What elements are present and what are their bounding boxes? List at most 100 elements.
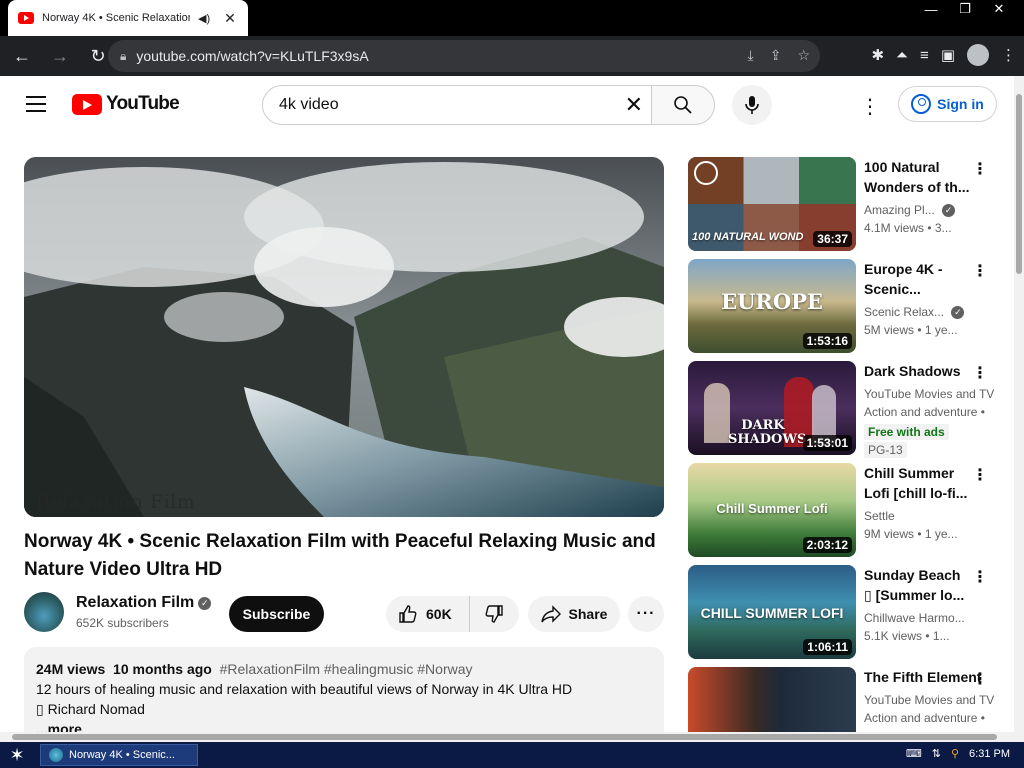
thumbs-down-icon	[485, 605, 503, 623]
keyboard-icon[interactable]: ⌨	[906, 747, 922, 760]
recommendation-thumbnail[interactable]	[688, 667, 856, 732]
recommendation-item[interactable]: DARK SHADOWS 1:53:01 Dark Shadows YouTub…	[688, 361, 998, 458]
video-duration: 1:53:01	[802, 435, 852, 451]
bookmark-star-icon[interactable]: ☆	[797, 47, 810, 64]
video-watermark: Relaxation Film	[36, 491, 196, 513]
channel-name[interactable]: Relaxation Film ✓	[76, 594, 212, 612]
recommendation-menu-icon[interactable]: ⋮	[972, 465, 988, 485]
recommendation-channel[interactable]: Settle	[864, 507, 972, 525]
horizontal-scrollbar[interactable]	[0, 732, 1024, 742]
clear-search-icon[interactable]: ✕	[625, 92, 643, 118]
sign-in-label: Sign in	[937, 96, 984, 112]
address-url[interactable]: youtube.com/watch?v=KLuTLF3x9sA	[136, 48, 368, 64]
vertical-scroll-thumb[interactable]	[1016, 94, 1022, 274]
description-meta: 24M views 10 months ago #RelaxationFilm …	[36, 659, 652, 679]
sign-in-button[interactable]: Sign in	[898, 86, 997, 122]
system-tray: ⌨ ⇅ ⚲ 6:31 PM	[906, 747, 1010, 761]
recommendation-item[interactable]: EUROPE 1:53:16 Europe 4K - Scenic... Sce…	[688, 259, 998, 353]
recommendation-title[interactable]: 100 Natural Wonders of th...	[864, 157, 972, 197]
share-page-icon[interactable]: ⇪	[770, 47, 782, 64]
like-dislike-group: 60K	[386, 596, 519, 632]
voice-search-button[interactable]	[732, 85, 772, 125]
window-close-icon[interactable]: ✕	[982, 0, 1016, 18]
recommendation-info: Chill Summer Lofi [chill lo-fi... Settle…	[864, 463, 972, 543]
profile-avatar-icon[interactable]	[967, 44, 989, 66]
recommendation-meta: 5M views • 1 ye...	[864, 323, 958, 337]
horizontal-scroll-thumb[interactable]	[12, 734, 997, 740]
settings-more-icon[interactable]: ⋮	[860, 94, 880, 119]
recommendation-item[interactable]: Chill Summer Lofi 2:03:12 Chill Summer L…	[688, 463, 998, 557]
share-button[interactable]: Share	[528, 596, 620, 632]
clock[interactable]: 6:31 PM	[969, 748, 1010, 760]
recommendation-item[interactable]: 100 NATURAL WOND 36:37 100 Natural Wonde…	[688, 157, 998, 251]
recommendation-channel[interactable]: Chillwave Harmo...	[864, 609, 972, 627]
recommendation-thumbnail[interactable]: CHILL SUMMER LOFI 1:06:11	[688, 565, 856, 659]
recommendation-item[interactable]: CHILL SUMMER LOFI 1:06:11 Sunday Beach ▯…	[688, 565, 998, 659]
browser-tab[interactable]: Norway 4K • Scenic Relaxation ◀) ✕	[8, 0, 248, 36]
search-query[interactable]: 4k video	[279, 96, 339, 114]
microphone-icon	[745, 96, 759, 114]
recommendation-menu-icon[interactable]: ⋮	[972, 159, 988, 179]
channel-avatar[interactable]	[24, 592, 64, 632]
search-input[interactable]: 4k video ✕	[262, 85, 652, 125]
speaker-icon[interactable]: ◀)	[198, 12, 210, 25]
side-panel-icon[interactable]: ▣	[941, 46, 955, 64]
tab-close-icon[interactable]: ✕	[224, 10, 236, 27]
extensions-puzzle-icon[interactable]: ✱	[871, 46, 884, 64]
more-actions-icon[interactable]: ···	[628, 596, 664, 632]
view-count: 24M views	[36, 661, 106, 677]
taskbar-window-button[interactable]: Norway 4K • Scenic...	[40, 744, 198, 766]
like-button[interactable]: 60K	[386, 596, 470, 632]
network-icon[interactable]: ⇅	[932, 747, 941, 760]
thumbnail-caption: DARK SHADOWS	[728, 418, 807, 447]
video-duration: 2:03:12	[802, 537, 852, 553]
recommendation-title[interactable]: Europe 4K - Scenic...	[864, 259, 972, 299]
recommendation-channel[interactable]: YouTube Movies and TV	[864, 385, 994, 403]
address-bar[interactable]: 🔒︎ youtube.com/watch?v=KLuTLF3x9sA ⤓ ⇪ ☆	[108, 40, 820, 72]
recommendation-channel-name[interactable]: Scenic Relax...	[864, 305, 944, 319]
recommendation-menu-icon[interactable]: ⋮	[972, 669, 988, 689]
recommendation-menu-icon[interactable]: ⋮	[972, 567, 988, 587]
lab-flask-icon[interactable]: ⏶	[896, 47, 908, 64]
recommendation-channel-name[interactable]: Amazing Pl...	[864, 203, 935, 217]
restore-icon[interactable]: ❐	[948, 0, 982, 18]
channel-name-text[interactable]: Relaxation Film	[76, 594, 194, 611]
recommendation-info: Europe 4K - Scenic... Scenic Relax... ✓ …	[864, 259, 972, 339]
extension-icons: ✱ ⏶ ≡ ▣ ⋮	[871, 44, 1016, 66]
recommendation-channel[interactable]: Scenic Relax... ✓	[864, 303, 972, 321]
vertical-scrollbar[interactable]	[1014, 76, 1024, 732]
subscribe-button[interactable]: Subscribe	[229, 596, 324, 632]
browser-menu-icon[interactable]: ⋮	[1001, 46, 1016, 64]
install-icon[interactable]: ⤓	[748, 47, 754, 64]
description-line: ▯ Richard Nomad	[36, 701, 145, 717]
start-menu-icon[interactable]: ✶	[0, 742, 34, 768]
recommendation-thumbnail[interactable]: 100 NATURAL WOND 36:37	[688, 157, 856, 251]
media-queue-icon[interactable]: ≡	[920, 47, 929, 64]
recommendation-menu-icon[interactable]: ⋮	[972, 261, 988, 281]
hashtags[interactable]: #RelaxationFilm #healingmusic #Norway	[220, 661, 473, 677]
youtube-logo[interactable]: YouTube	[72, 93, 180, 115]
thumbnail-caption: CHILL SUMMER LOFI	[700, 605, 844, 621]
search-button[interactable]	[651, 85, 715, 125]
recommendation-channel[interactable]: Amazing Pl... ✓	[864, 201, 972, 219]
recommendation-item[interactable]: The Fifth Element YouTube Movies and TV …	[688, 667, 998, 732]
recommendation-channel[interactable]: YouTube Movies and TV	[864, 691, 994, 709]
search-icon	[674, 96, 692, 114]
search-tray-icon[interactable]: ⚲	[951, 747, 959, 760]
hamburger-menu-icon[interactable]	[26, 96, 46, 112]
description-line: 12 hours of healing music and relaxation…	[36, 681, 573, 697]
recommendation-title[interactable]: Chill Summer Lofi [chill lo-fi...	[864, 463, 972, 503]
recommendation-title[interactable]: Sunday Beach ▯ [Summer lo...	[864, 565, 972, 605]
lock-icon[interactable]: 🔒︎	[120, 49, 126, 64]
minimize-icon[interactable]: —	[914, 0, 948, 18]
thumbnail-caption: Chill Summer Lofi	[716, 501, 828, 516]
globe-icon	[694, 161, 718, 185]
recommendation-thumbnail[interactable]: Chill Summer Lofi 2:03:12	[688, 463, 856, 557]
recommendation-thumbnail[interactable]: EUROPE 1:53:16	[688, 259, 856, 353]
dislike-button[interactable]	[470, 596, 518, 632]
forward-icon[interactable]: →	[44, 40, 76, 72]
recommendation-thumbnail[interactable]: DARK SHADOWS 1:53:01	[688, 361, 856, 455]
video-player[interactable]: Relaxation Film	[24, 157, 664, 517]
back-icon[interactable]: ←	[6, 40, 38, 72]
recommendation-menu-icon[interactable]: ⋮	[972, 363, 988, 383]
